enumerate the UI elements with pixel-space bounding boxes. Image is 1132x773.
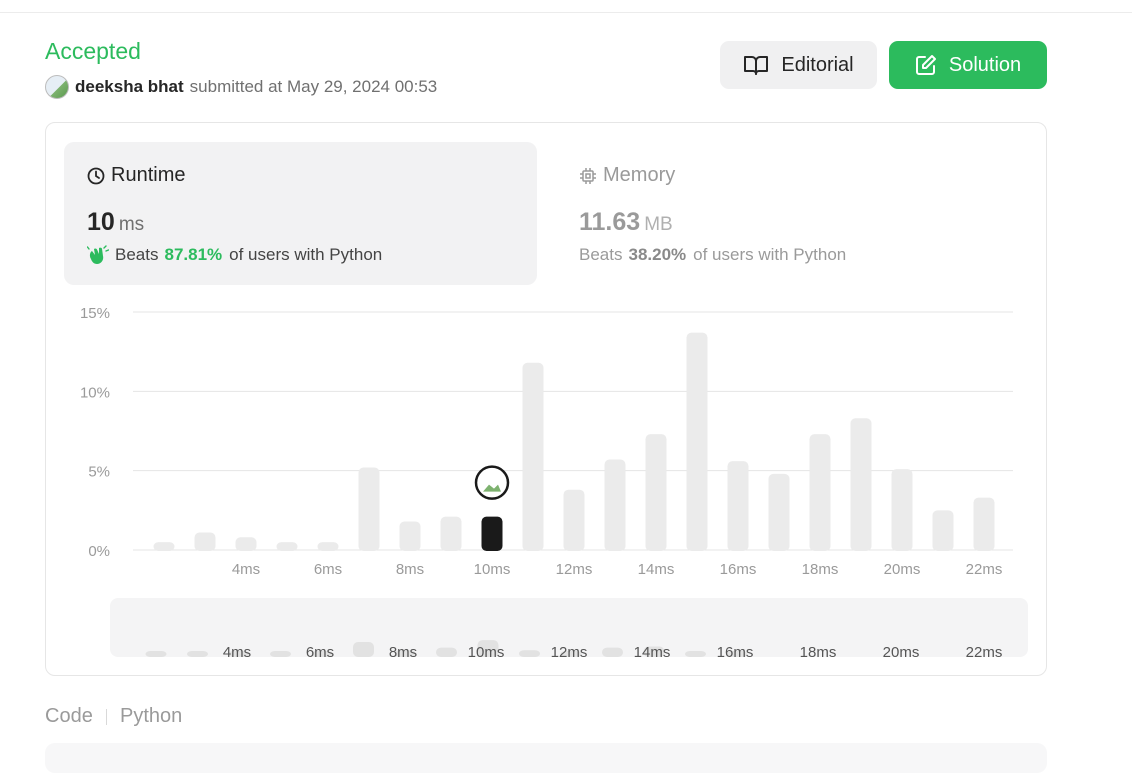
overview-tick-label: 8ms bbox=[389, 644, 417, 661]
x-tick-label: 14ms bbox=[638, 561, 675, 578]
x-tick-label: 10ms bbox=[474, 561, 511, 578]
runtime-bar[interactable] bbox=[973, 497, 995, 551]
overview-tick-label: 14ms bbox=[634, 644, 671, 661]
runtime-bar[interactable] bbox=[850, 418, 872, 551]
submitter-line: deeksha bhat submitted at May 29, 2024 0… bbox=[45, 75, 437, 99]
overview-tick-label: 12ms bbox=[551, 644, 588, 661]
runtime-bar[interactable] bbox=[563, 489, 585, 551]
y-tick-label: 5% bbox=[88, 464, 110, 481]
editorial-button[interactable]: Editorial bbox=[720, 41, 877, 89]
overview-tick-label: 18ms bbox=[800, 644, 837, 661]
x-tick-label: 16ms bbox=[720, 561, 757, 578]
overview-tick-label: 20ms bbox=[883, 644, 920, 661]
overview-bar bbox=[145, 651, 167, 657]
runtime-bar[interactable] bbox=[604, 459, 626, 551]
result-card: Runtime 10 ms Beats 87.81% of users with … bbox=[45, 122, 1047, 676]
overview-tick-label: 22ms bbox=[966, 644, 1003, 661]
top-divider bbox=[0, 12, 1132, 13]
runtime-bar[interactable] bbox=[358, 467, 380, 551]
runtime-bar[interactable] bbox=[194, 532, 216, 551]
runtime-bar[interactable] bbox=[727, 461, 749, 551]
runtime-bar[interactable] bbox=[932, 510, 954, 551]
selected-runtime-bar[interactable] bbox=[481, 516, 503, 551]
submitted-timestamp: submitted at May 29, 2024 00:53 bbox=[189, 77, 438, 96]
overview-tick-label: 16ms bbox=[717, 644, 754, 661]
editorial-label: Editorial bbox=[781, 53, 854, 76]
chart-overview[interactable]: 4ms 6ms 8ms 10ms 12ms 14ms 16ms 18ms 20ms 22ms bbox=[110, 598, 1028, 661]
code-editor bbox=[45, 743, 1047, 773]
runtime-bar[interactable] bbox=[809, 434, 831, 551]
username-link[interactable]: deeksha bhat bbox=[75, 77, 184, 97]
y-tick-label: 15% bbox=[80, 305, 110, 322]
chart-y-ticks: 0% 5% 10% 15% bbox=[80, 305, 110, 560]
overview-bar bbox=[602, 647, 623, 657]
x-tick-label: 8ms bbox=[396, 561, 424, 578]
x-tick-label: 12ms bbox=[556, 561, 593, 578]
user-position-avatar bbox=[474, 465, 510, 500]
x-tick-label: 4ms bbox=[232, 561, 260, 578]
overview-tick-label: 4ms bbox=[223, 644, 251, 661]
submission-status: Accepted bbox=[45, 38, 141, 64]
solution-button[interactable]: Solution bbox=[889, 41, 1047, 89]
overview-bar bbox=[270, 651, 291, 657]
runtime-bar[interactable] bbox=[399, 521, 421, 551]
avatar-ring bbox=[474, 465, 510, 500]
runtime-bar[interactable] bbox=[522, 362, 544, 551]
overview-tick-label: 10ms bbox=[468, 644, 505, 661]
x-tick-label: 22ms bbox=[966, 561, 1003, 578]
runtime-bar[interactable] bbox=[686, 332, 708, 551]
overview-bar bbox=[519, 650, 540, 657]
tab-code[interactable]: Code bbox=[45, 705, 93, 728]
chart-bars bbox=[153, 332, 995, 551]
runtime-bar[interactable] bbox=[153, 542, 175, 551]
book-open-icon bbox=[744, 56, 769, 75]
runtime-bar[interactable] bbox=[768, 473, 790, 551]
tab-language[interactable]: Python bbox=[120, 705, 182, 728]
runtime-bar[interactable] bbox=[440, 516, 462, 551]
y-tick-label: 10% bbox=[80, 384, 110, 401]
overview-bar bbox=[436, 647, 457, 657]
runtime-bar[interactable] bbox=[891, 469, 913, 551]
x-tick-label: 18ms bbox=[802, 561, 839, 578]
overview-bar bbox=[353, 642, 374, 657]
edit-icon bbox=[915, 55, 936, 75]
y-tick-label: 0% bbox=[88, 543, 110, 560]
runtime-bar[interactable] bbox=[276, 542, 298, 551]
x-tick-label: 6ms bbox=[314, 561, 342, 578]
avatar[interactable] bbox=[45, 75, 69, 99]
runtime-bar[interactable] bbox=[235, 537, 257, 551]
chart-marker bbox=[474, 465, 510, 500]
runtime-bar[interactable] bbox=[317, 542, 339, 551]
code-tab-divider bbox=[106, 709, 107, 725]
chart-x-ticks: 4ms 6ms 8ms 10ms 12ms 14ms 16ms 18ms 20ms 22ms bbox=[232, 561, 1003, 578]
x-tick-label: 20ms bbox=[884, 561, 921, 578]
overview-bar bbox=[187, 651, 208, 657]
runtime-distribution-chart: 0% 5% 10% 15% 4ms 6ms 8ms 10ms 12ms 14ms 16ms 18ms… bbox=[80, 305, 1028, 661]
overview-tick-label: 6ms bbox=[306, 644, 334, 661]
overview-bar bbox=[685, 651, 706, 657]
runtime-bar[interactable] bbox=[645, 434, 667, 551]
solution-label: Solution bbox=[948, 53, 1022, 76]
